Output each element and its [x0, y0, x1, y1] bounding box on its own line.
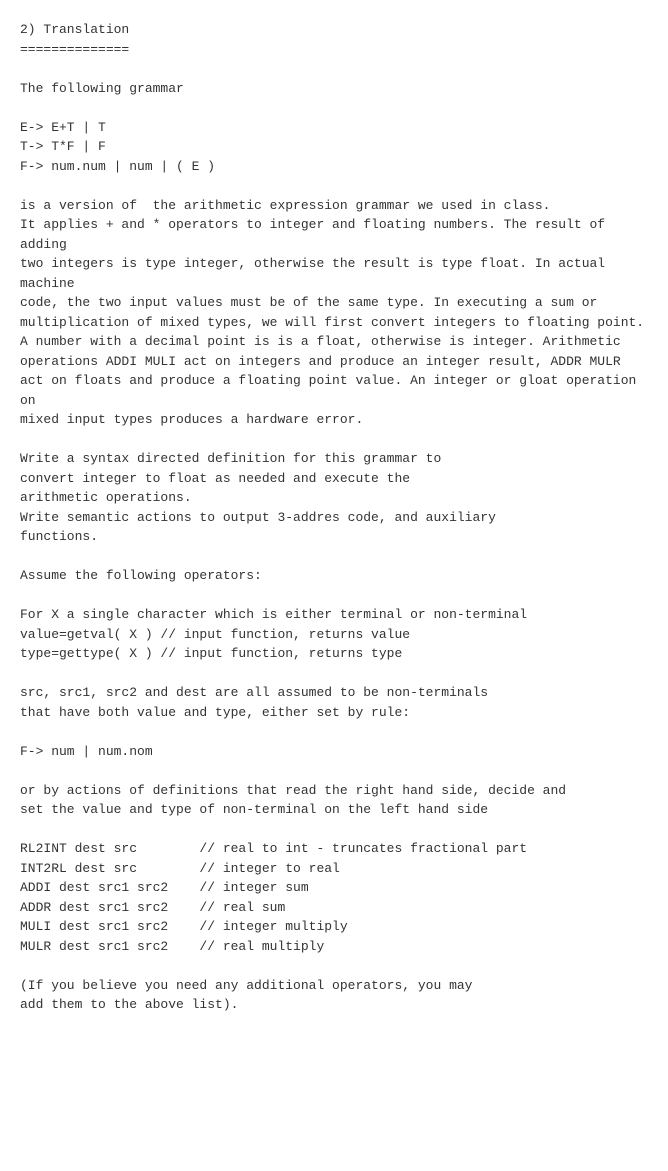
op-muli: MULI dest src1 src2 // integer multiply: [20, 919, 348, 934]
op-mulr: MULR dest src1 src2 // real multiply: [20, 939, 324, 954]
grammar-line-2: T-> T*F | F: [20, 139, 106, 154]
op-addr: ADDR dest src1 src2 // real sum: [20, 900, 285, 915]
section-title: 2) Translation: [20, 22, 129, 37]
rule-f: F-> num | num.nom: [20, 744, 153, 759]
task-1: Write a syntax directed definition for t…: [20, 451, 441, 505]
intro: The following grammar: [20, 81, 184, 96]
actions-desc: or by actions of definitions that read t…: [20, 783, 566, 818]
op-rl2int: RL2INT dest src // real to int - truncat…: [20, 841, 527, 856]
task-2: Write semantic actions to output 3-addre…: [20, 510, 496, 545]
function-desc: For X a single character which is either…: [20, 607, 527, 622]
op-addi: ADDI dest src1 src2 // integer sum: [20, 880, 309, 895]
grammar-line-1: E-> E+T | T: [20, 120, 106, 135]
getval: value=getval( X ) // input function, ret…: [20, 627, 410, 642]
document-content: 2) Translation ============== The follow…: [20, 20, 648, 1015]
grammar-line-3: F-> num.num | num | ( E ): [20, 159, 215, 174]
paragraph-1: is a version of the arithmetic expressio…: [20, 198, 644, 428]
op-int2rl: INT2RL dest src // integer to real: [20, 861, 340, 876]
operators-heading: Assume the following operators:: [20, 568, 262, 583]
gettype: type=gettype( X ) // input function, ret…: [20, 646, 402, 661]
divider: ==============: [20, 42, 129, 57]
closing-note: (If you believe you need any additional …: [20, 978, 472, 1013]
nonterminal-desc: src, src1, src2 and dest are all assumed…: [20, 685, 488, 720]
